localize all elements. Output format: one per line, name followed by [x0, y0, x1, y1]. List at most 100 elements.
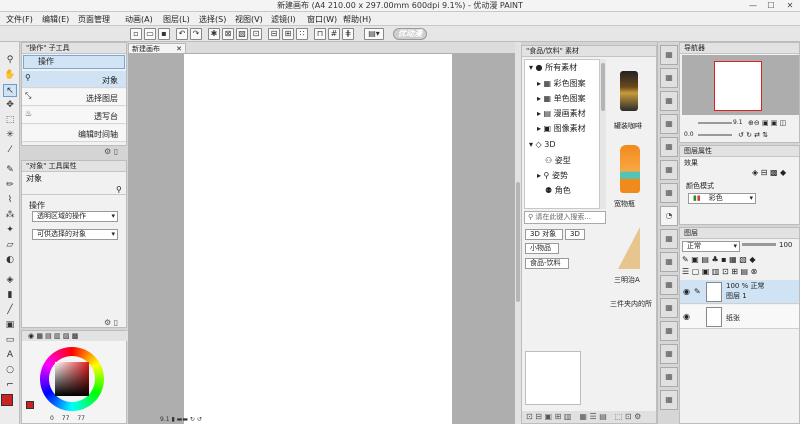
strip-tab-12[interactable]: ▦ — [660, 321, 678, 341]
line-icon[interactable]: ╱ — [3, 304, 17, 317]
strip-tab-7[interactable]: ▦ — [660, 183, 678, 203]
minimize-button[interactable]: — — [744, 0, 762, 12]
material-item-bottle[interactable]: 宽物瓶 — [614, 200, 635, 208]
menu-view[interactable]: 视图(V) — [235, 14, 263, 25]
tool-property-search-icon[interactable]: ⚲ — [116, 185, 122, 194]
frame-icon[interactable]: ▣ — [3, 319, 17, 332]
material-footer-icons[interactable]: ⊡ ⊟ ▣ ⊞ ▥ ▦ ☰ ▤ ⬚ ⊡ ⚙ — [526, 412, 641, 421]
layer-property-tab[interactable]: 图层属性 — [680, 146, 799, 157]
navigator-view-frame[interactable] — [714, 61, 762, 111]
tag-food-drink[interactable]: 食品-饮料 — [525, 258, 569, 269]
tree-3d[interactable]: ▾ ◇ 3D — [529, 140, 556, 150]
canvas-paper[interactable] — [184, 54, 452, 424]
sub-tool-light-table[interactable]: ♨ 透写台 — [22, 107, 126, 124]
sub-tool-group-operation[interactable]: 操作 — [23, 55, 125, 69]
canned-coffee-image[interactable] — [620, 71, 638, 111]
menu-window[interactable]: 窗口(W) — [307, 14, 337, 25]
tree-mono-pattern[interactable]: ▸ ▦ 单色图案 — [537, 94, 586, 104]
eraser-icon[interactable]: ▱ — [3, 239, 17, 252]
decoration-icon[interactable]: ✦ — [3, 224, 17, 237]
balloon-icon[interactable]: ▭ — [3, 334, 17, 347]
close-button[interactable]: ✕ — [781, 0, 799, 12]
selectable-object-select[interactable]: 可供选择的对象 ▾ — [32, 229, 118, 240]
tag-3d-object[interactable]: 3D 对象 — [525, 229, 563, 240]
blend-icon[interactable]: ◐ — [3, 254, 17, 267]
eye-icon[interactable]: ◉ — [683, 312, 690, 321]
eye-icon[interactable]: ◉ — [683, 287, 690, 296]
strip-tab-4[interactable]: ▦ — [660, 114, 678, 134]
strip-tab-5[interactable]: ▦ — [660, 137, 678, 157]
menu-filter[interactable]: 滤镜(I) — [271, 14, 296, 25]
ellipse-icon[interactable]: ○ — [3, 364, 17, 377]
layer-row-1[interactable]: ◉ ✎ 100 % 正常 图层 1 — [680, 280, 799, 304]
strip-tab-10[interactable]: ▦ — [660, 275, 678, 295]
snap-grid-icon[interactable]: ⋕ — [342, 28, 354, 40]
strip-tab-material-food[interactable]: ◔ — [660, 206, 678, 226]
strip-tab-15[interactable]: ▦ — [660, 390, 678, 410]
maximize-button[interactable]: ☐ — [762, 0, 780, 12]
layer-row-paper[interactable]: ◉ 纸张 — [680, 305, 799, 329]
tree-figure[interactable]: ⚇ 姿型 — [545, 156, 571, 166]
sub-tool-select-layer[interactable]: ⤡ 选择图层 — [22, 89, 126, 106]
tool-property-settings-icon[interactable]: ⚙ ▯ — [104, 318, 118, 327]
main-color-swatch[interactable] — [1, 394, 13, 406]
menu-layer[interactable]: 图层(L) — [163, 14, 190, 25]
navigator-rotate-icons[interactable]: ↺ ↻ ⇄ ⇅ — [738, 130, 768, 140]
snap-icon[interactable]: ∷ — [296, 28, 308, 40]
tree-all[interactable]: ▾ ● 所有素材 — [529, 63, 577, 73]
material-item-sandwich-box[interactable]: 三件夹内的所 — [610, 300, 654, 308]
menu-animation[interactable]: 动画(A) — [125, 14, 153, 25]
strip-tab-6[interactable]: ▦ — [660, 160, 678, 180]
sub-tool-timeline[interactable]: 编辑时间轴 — [22, 125, 126, 142]
color-square[interactable] — [55, 362, 89, 396]
tree-color-pattern[interactable]: ▸ ▦ 彩色图案 — [537, 79, 586, 89]
tag-small-item[interactable]: 小物品 — [525, 243, 559, 254]
ruler-icon[interactable]: ⊓ — [314, 28, 326, 40]
layer-tab[interactable]: 图层 — [680, 228, 799, 239]
sparkle-icon[interactable]: ✱ — [208, 28, 220, 40]
gradient-icon[interactable]: ▮ — [3, 289, 17, 302]
menu-edit[interactable]: 编辑(E) — [42, 14, 69, 25]
opacity-slider[interactable] — [742, 243, 776, 246]
bottle-image[interactable] — [620, 145, 640, 193]
canvas-tab[interactable]: 新建画布 ✕ — [128, 43, 186, 53]
move-icon[interactable]: ✥ — [3, 99, 17, 112]
color-tab-icon-1[interactable]: ◉ ▦ ▤ ▥ ▨ ▩ — [28, 332, 78, 340]
menu-file[interactable]: 文件(F) — [6, 14, 33, 25]
strip-tab-9[interactable]: ▦ — [660, 252, 678, 272]
tool-property-tab[interactable]: "对象" 工具属性 — [22, 161, 126, 172]
sub-tool-object[interactable]: ⚲ 对象 — [22, 71, 126, 88]
sub-tool-tab[interactable]: "操作" 子工具 — [22, 43, 126, 54]
pen-icon[interactable]: ✎ — [3, 164, 17, 177]
material-search-input[interactable]: ⚲ 请在此键入搜索... — [524, 211, 606, 224]
airbrush-icon[interactable]: ⁂ — [3, 209, 17, 222]
menu-page[interactable]: 页面管理 — [78, 14, 110, 25]
strip-tab-3[interactable]: ▦ — [660, 91, 678, 111]
correct-line-icon[interactable]: ⌐ — [3, 379, 17, 392]
strip-tab-11[interactable]: ▦ — [660, 298, 678, 318]
navigator-preview[interactable] — [682, 55, 799, 115]
crop-icon[interactable]: ⊞ — [282, 28, 294, 40]
auto-select-icon[interactable]: ✳ — [3, 129, 17, 142]
tree-scrollbar[interactable] — [600, 59, 606, 209]
material-tab[interactable]: "食品/饮料" 素材 — [522, 46, 656, 57]
strip-tab-1[interactable]: ▦ — [660, 45, 678, 65]
deselect-icon[interactable]: ⊟ — [268, 28, 280, 40]
transparent-area-select[interactable]: 透明区域的操作 ▾ — [32, 211, 118, 222]
strip-tab-13[interactable]: ▦ — [660, 344, 678, 364]
brush-icon[interactable]: ⌇ — [3, 194, 17, 207]
color-wheel[interactable] — [40, 347, 104, 411]
eyedropper-icon[interactable]: ⁄ — [3, 144, 17, 157]
tree-manga[interactable]: ▸ ▤ 漫画素材 — [537, 109, 586, 119]
save-icon[interactable]: ▪ — [158, 28, 170, 40]
zoom-icon[interactable]: ⚲ — [3, 54, 17, 67]
layer-toolbar-icons[interactable]: ✎ ▣ ▤ ♣ ▪ ▦ ▧ ◆ — [682, 255, 755, 264]
pencil-icon[interactable]: ✏ — [3, 179, 17, 192]
tree-character[interactable]: ⚉ 角色 — [545, 186, 571, 196]
fill-bucket-icon[interactable]: ◈ — [3, 274, 17, 287]
undo-icon[interactable]: ↶ — [176, 28, 188, 40]
canvas-scroll-thumb[interactable] — [516, 182, 520, 302]
current-color[interactable] — [26, 401, 34, 409]
clear-icon[interactable]: ⊠ — [222, 28, 234, 40]
material-item-sandwich[interactable]: 三明治A — [614, 276, 640, 284]
